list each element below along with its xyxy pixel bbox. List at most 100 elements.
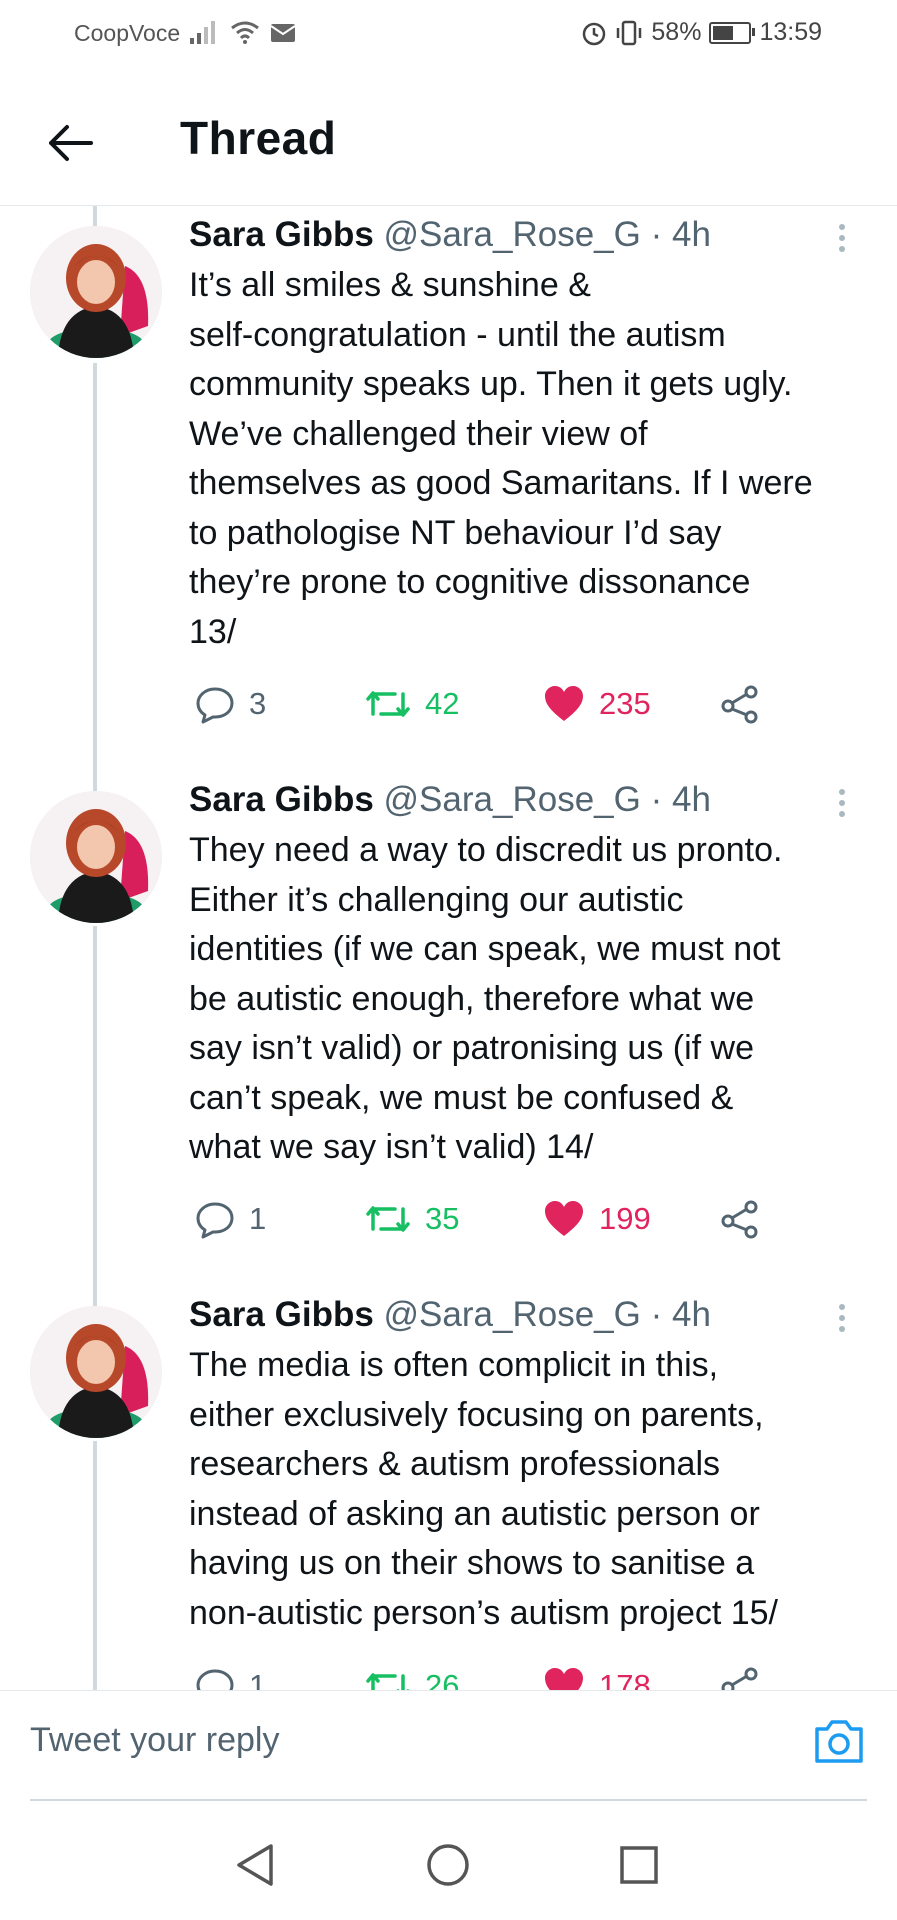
- avatar[interactable]: [30, 791, 162, 923]
- heart-filled-icon: [545, 1201, 583, 1236]
- share-button[interactable]: [720, 684, 760, 724]
- status-icons-left: [190, 20, 296, 44]
- like-button[interactable]: 178: [543, 1666, 651, 1691]
- heart-filled-icon: [545, 686, 583, 721]
- alarm-icon: [583, 22, 606, 45]
- tweet-text: It’s all smiles & sunshine & self-congra…: [189, 266, 813, 651]
- author-name[interactable]: Sara Gibbs: [189, 780, 374, 819]
- clock: 13:59: [759, 18, 822, 46]
- reply-button[interactable]: 1: [195, 1199, 266, 1239]
- avatar-image: [30, 1306, 162, 1438]
- heart-filled-icon: [545, 1668, 583, 1691]
- retweet-count: 26: [425, 1668, 460, 1691]
- tweet-header: Sara Gibbs @Sara_Rose_G · 4h: [189, 778, 869, 822]
- nav-recents-button[interactable]: [609, 1835, 669, 1895]
- reply-count: 1: [249, 1668, 267, 1691]
- author-handle[interactable]: @Sara_Rose_G: [384, 215, 641, 254]
- reply-input[interactable]: Tweet your reply: [30, 1721, 279, 1760]
- reply-icon: [196, 1669, 234, 1691]
- author-name[interactable]: Sara Gibbs: [189, 215, 374, 254]
- tweet-time: 4h: [671, 780, 711, 819]
- status-icons-right: 58% 13:59: [581, 18, 822, 47]
- tweet-body: Sara Gibbs @Sara_Rose_G · 4h The media i…: [189, 1293, 869, 1638]
- reply-count: 1: [249, 1201, 267, 1236]
- reply-icon: [196, 1202, 234, 1239]
- tweet-body: Sara Gibbs @Sara_Rose_G · 4h It’s all sm…: [189, 213, 869, 657]
- separator-dot: ·: [650, 780, 663, 819]
- signal-icon: [190, 21, 215, 44]
- thread-header: Thread: [0, 85, 897, 206]
- reply-icon: [196, 687, 234, 724]
- tweet-text: The media is often complicit in this, ei…: [189, 1346, 779, 1632]
- mail-icon: [270, 24, 296, 42]
- back-button[interactable]: [40, 113, 100, 173]
- thread-connector: [93, 1441, 97, 1691]
- author-name[interactable]: Sara Gibbs: [189, 1295, 374, 1334]
- retweet-count: 42: [425, 686, 460, 721]
- tweet-time: 4h: [671, 1295, 711, 1334]
- like-button[interactable]: 199: [543, 1199, 651, 1239]
- like-count: 199: [599, 1201, 651, 1236]
- share-icon: [721, 685, 758, 724]
- tweet-time: 4h: [671, 215, 711, 254]
- tweet-actions: 1 26 178: [195, 1666, 775, 1691]
- tweet-header: Sara Gibbs @Sara_Rose_G · 4h: [189, 1293, 869, 1337]
- retweet-icon: [366, 691, 410, 717]
- camera-button[interactable]: [811, 1713, 867, 1769]
- wifi-icon: [231, 21, 259, 44]
- battery-icon: [709, 21, 756, 44]
- author-handle[interactable]: @Sara_Rose_G: [384, 780, 641, 819]
- reply-button[interactable]: 3: [195, 684, 266, 724]
- status-bar: CoopVoce 58% 13:59: [0, 0, 897, 70]
- thread-connector: [93, 926, 97, 1316]
- arrow-left-icon: [49, 125, 93, 161]
- more-options-button[interactable]: [827, 783, 857, 823]
- share-icon: [721, 1667, 758, 1691]
- battery-percent: 58%: [651, 18, 702, 46]
- retweet-count: 35: [425, 1201, 460, 1236]
- battery-level-fill: [713, 25, 734, 40]
- share-icon: [721, 1200, 758, 1239]
- tweet-body: Sara Gibbs @Sara_Rose_G · 4h They need a…: [189, 778, 869, 1173]
- vibrate-icon: [617, 20, 642, 45]
- retweet-button[interactable]: 26: [365, 1666, 459, 1691]
- share-button[interactable]: [720, 1666, 760, 1691]
- avatar-image: [30, 791, 162, 923]
- separator-dot: ·: [650, 1295, 663, 1334]
- separator-dot: ·: [650, 215, 663, 254]
- like-count: 178: [599, 1668, 651, 1691]
- tweet-actions: 3 42 235: [195, 684, 775, 734]
- carrier-name: CoopVoce: [74, 20, 181, 46]
- retweet-button[interactable]: 42: [365, 684, 459, 724]
- more-options-button[interactable]: [827, 218, 857, 258]
- triangle-back-icon: [237, 1844, 273, 1886]
- reply-input-underline: [30, 1799, 867, 1801]
- tweet-actions: 1 35 199: [195, 1199, 775, 1249]
- retweet-icon: [366, 1206, 410, 1232]
- circle-home-icon: [427, 1844, 469, 1886]
- thread-connector: [93, 363, 97, 793]
- author-handle[interactable]: @Sara_Rose_G: [384, 1295, 641, 1334]
- avatar[interactable]: [30, 1306, 162, 1438]
- tweet-header: Sara Gibbs @Sara_Rose_G · 4h: [189, 213, 869, 257]
- thread-list[interactable]: Sara Gibbs @Sara_Rose_G · 4h It’s all sm…: [0, 206, 897, 1691]
- nav-back-button[interactable]: [225, 1835, 285, 1895]
- square-recents-icon: [620, 1846, 658, 1884]
- retweet-icon: [366, 1673, 410, 1691]
- share-button[interactable]: [720, 1199, 760, 1239]
- like-button[interactable]: 235: [543, 684, 651, 724]
- more-options-button[interactable]: [827, 1298, 857, 1338]
- page-title: Thread: [180, 112, 337, 164]
- avatar-image: [30, 226, 162, 358]
- like-count: 235: [599, 686, 651, 721]
- reply-count: 3: [249, 686, 267, 721]
- reply-button[interactable]: 1: [195, 1666, 266, 1691]
- camera-icon: [815, 1720, 863, 1763]
- tweet-text: They need a way to discredit us pronto. …: [189, 831, 783, 1166]
- system-nav-bar: [0, 1805, 897, 1920]
- reply-bar: Tweet your reply: [0, 1690, 897, 1801]
- avatar[interactable]: [30, 226, 162, 358]
- nav-home-button[interactable]: [418, 1835, 478, 1895]
- retweet-button[interactable]: 35: [365, 1199, 459, 1239]
- thread-connector: [93, 206, 97, 226]
